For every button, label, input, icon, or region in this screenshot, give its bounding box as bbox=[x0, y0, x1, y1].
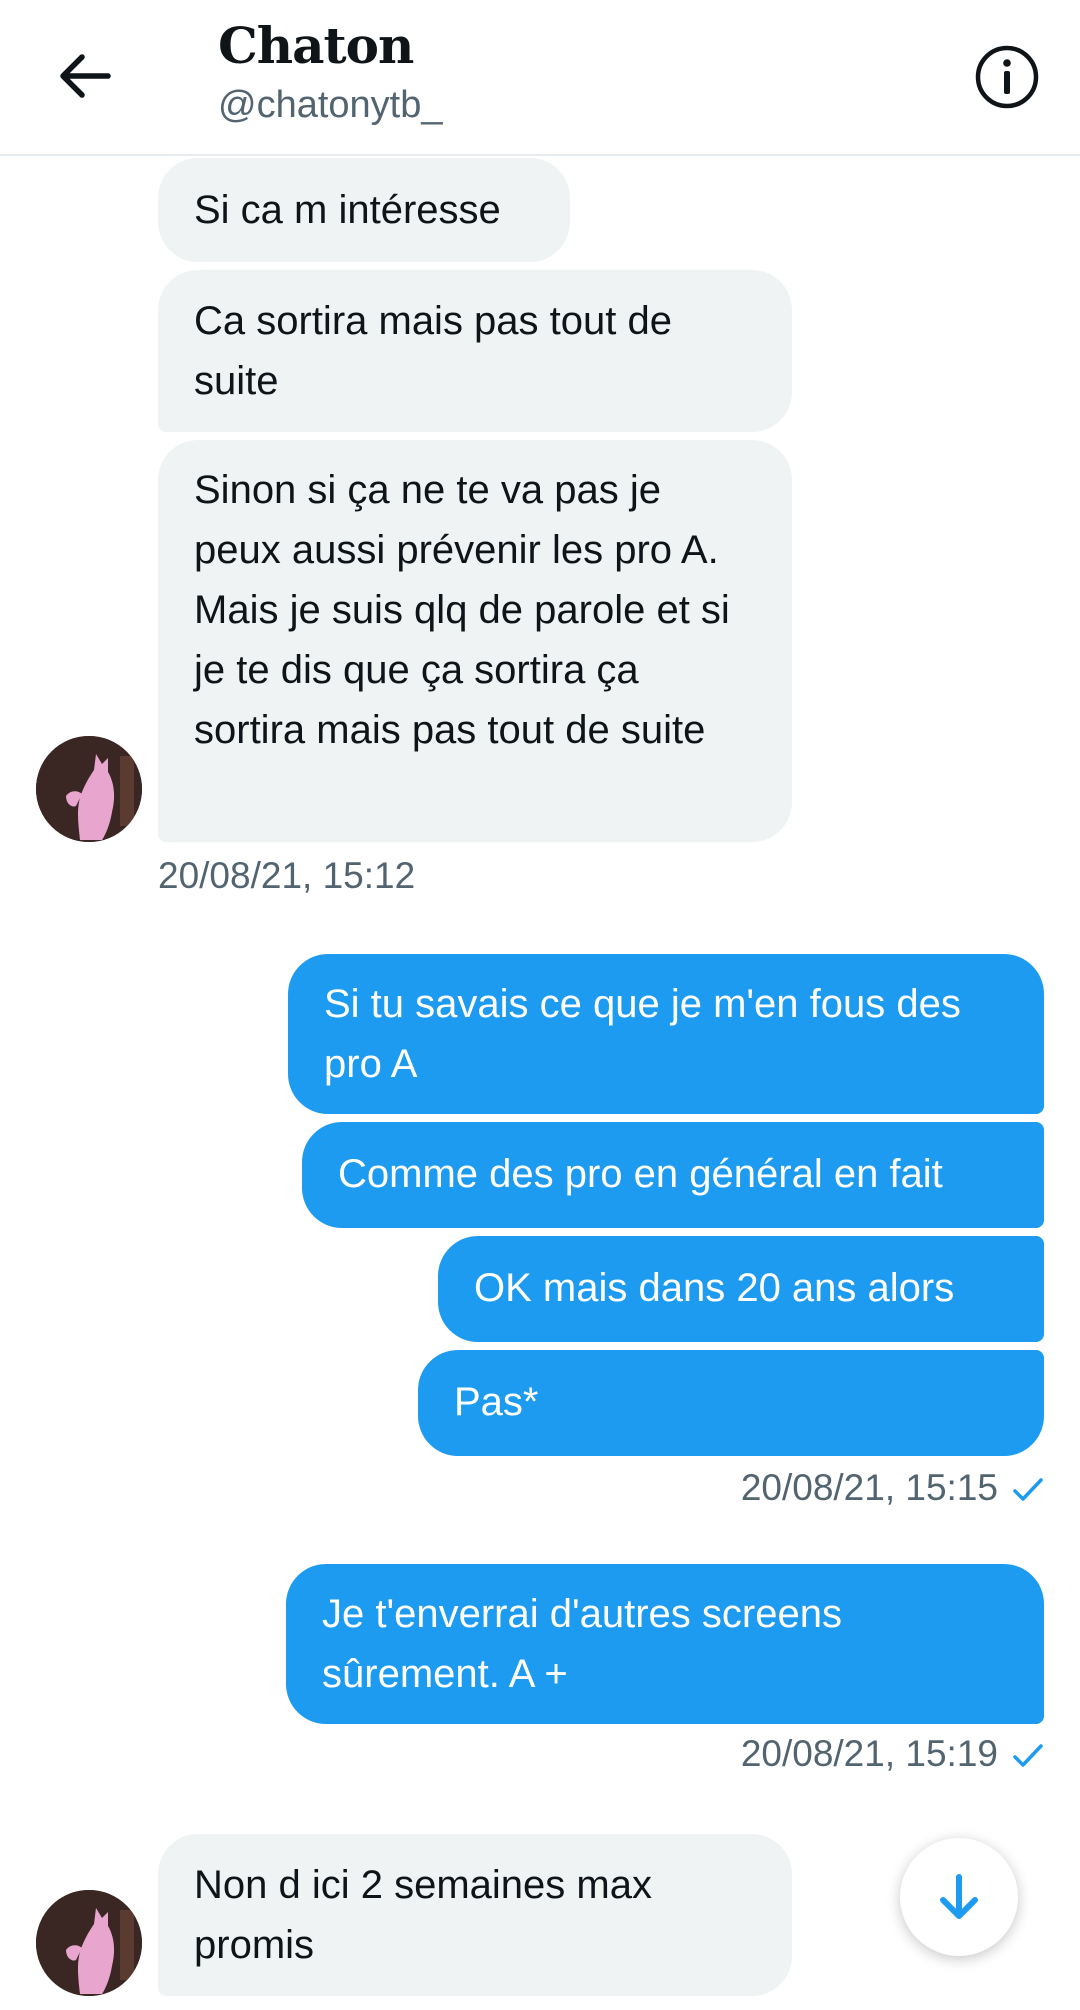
message-bubble-incoming[interactable]: Non d ici 2 semaines max promis bbox=[158, 1834, 792, 1996]
message-bubble-incoming[interactable]: Ca sortira mais pas tout de suite bbox=[158, 270, 792, 432]
contact-name[interactable]: Chaton bbox=[218, 16, 414, 75]
info-icon bbox=[975, 45, 1039, 109]
contact-avatar[interactable] bbox=[36, 736, 142, 842]
message-timestamp: 20/08/21, 15:15 bbox=[740, 1467, 998, 1508]
message-timestamp-row: 20/08/21, 15:19 bbox=[741, 1732, 1044, 1776]
message-timestamp: 20/08/21, 15:12 bbox=[158, 855, 416, 896]
conversation-header: Chaton @chatonytb_ bbox=[0, 0, 1080, 156]
message-text: Sinon si ça ne te va pas je peux aussi p… bbox=[194, 468, 730, 752]
message-text: Ca sortira mais pas tout de suite bbox=[194, 299, 672, 403]
dm-conversation-screen: Chaton @chatonytb_ Si ca m intéresse Ca … bbox=[0, 0, 1080, 2010]
message-timestamp-row: 20/08/21, 15:15 bbox=[741, 1466, 1044, 1510]
scroll-to-bottom-button[interactable] bbox=[900, 1838, 1018, 1956]
read-check-icon bbox=[1013, 1478, 1043, 1501]
message-bubble-outgoing[interactable]: Si tu savais ce que je m'en fous des pro… bbox=[288, 954, 1044, 1114]
cat-silhouette-avatar-image bbox=[36, 1890, 142, 1996]
message-timestamp: 20/08/21, 15:19 bbox=[740, 1733, 998, 1774]
message-text: Je t'enverrai d'autres screens sûrement.… bbox=[322, 1592, 842, 1696]
read-check-icon bbox=[1013, 1744, 1043, 1767]
message-bubble-incoming[interactable]: Si ca m intéresse bbox=[158, 158, 570, 262]
message-text: Comme des pro en général en fait bbox=[338, 1152, 943, 1196]
message-bubble-incoming[interactable]: Sinon si ça ne te va pas je peux aussi p… bbox=[158, 440, 792, 842]
info-button[interactable] bbox=[972, 42, 1042, 112]
back-arrow-icon bbox=[60, 54, 111, 98]
message-bubble-outgoing[interactable]: OK mais dans 20 ans alors bbox=[438, 1236, 1044, 1342]
back-button[interactable] bbox=[48, 40, 120, 112]
message-text: OK mais dans 20 ans alors bbox=[474, 1266, 955, 1310]
contact-handle[interactable]: @chatonytb_ bbox=[218, 84, 443, 127]
message-bubble-outgoing[interactable]: Pas* bbox=[418, 1350, 1044, 1456]
arrow-down-icon bbox=[940, 1874, 978, 1919]
message-text: Pas* bbox=[454, 1380, 539, 1424]
contact-avatar[interactable] bbox=[36, 1890, 142, 1996]
cat-silhouette-avatar-image bbox=[36, 736, 142, 842]
message-bubble-outgoing[interactable]: Comme des pro en général en fait bbox=[302, 1122, 1044, 1228]
message-text: Non d ici 2 semaines max promis bbox=[194, 1863, 652, 1967]
message-text: Si tu savais ce que je m'en fous des pro… bbox=[324, 982, 961, 1086]
message-text: Si ca m intéresse bbox=[194, 188, 501, 232]
message-bubble-outgoing[interactable]: Je t'enverrai d'autres screens sûrement.… bbox=[286, 1564, 1044, 1724]
